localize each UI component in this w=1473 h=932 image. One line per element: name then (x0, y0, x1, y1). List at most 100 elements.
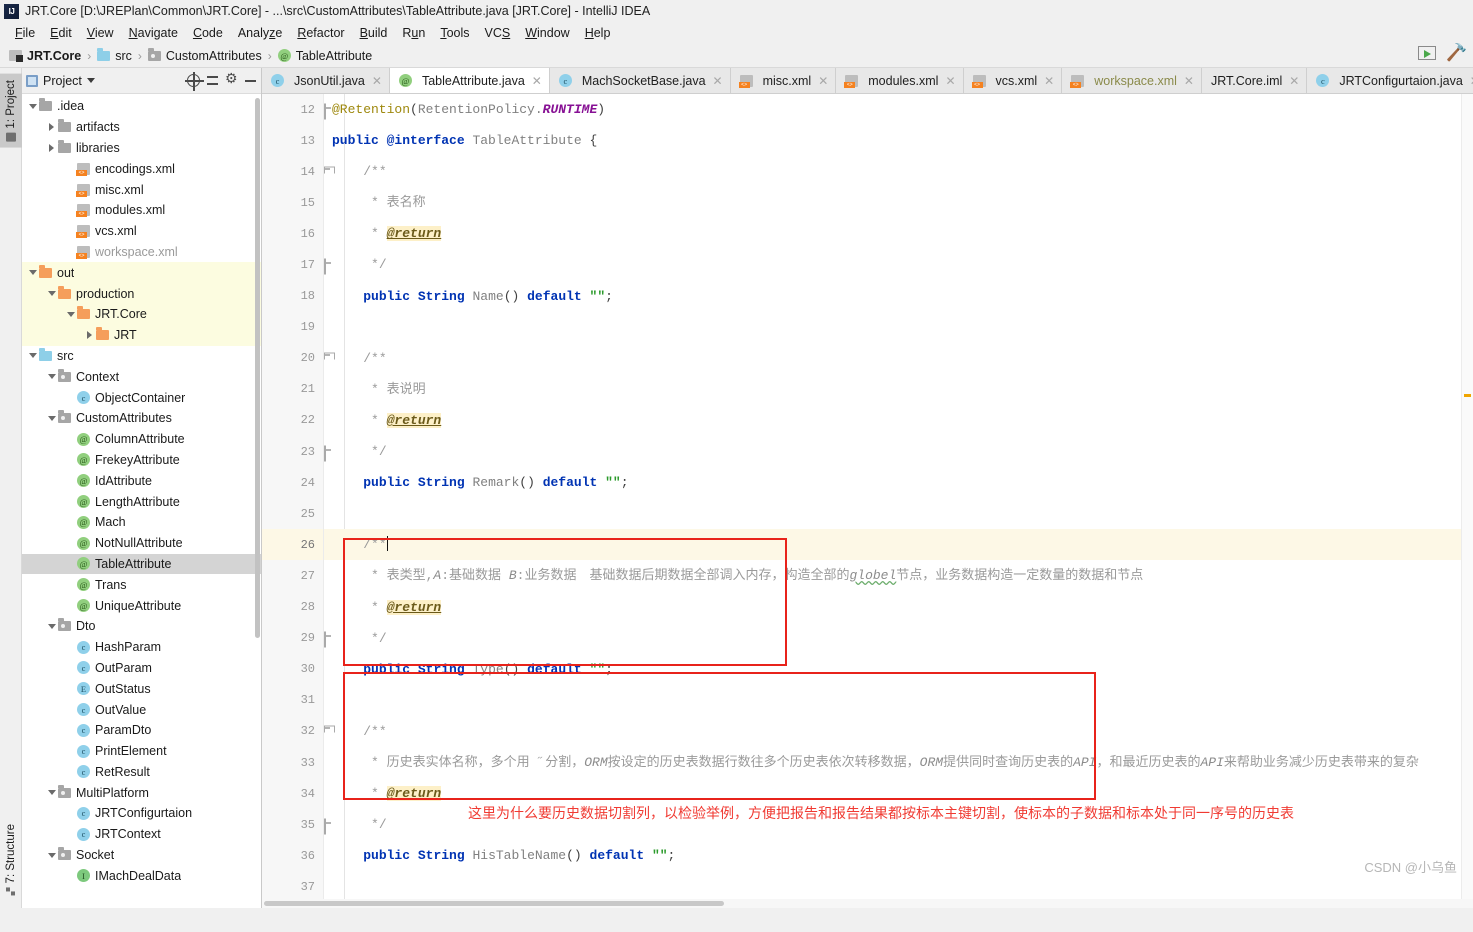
editor-tab-modules-xml[interactable]: modules.xml ✕ (836, 68, 964, 93)
close-icon[interactable]: ✕ (1289, 74, 1299, 88)
code-content[interactable]: @Retention(RetentionPolicy.RUNTIME) publi… (324, 94, 1461, 908)
close-icon[interactable]: ✕ (818, 74, 828, 88)
code-line-18[interactable]: public String Name() default ""; (324, 281, 1461, 312)
run-configuration-icon[interactable] (1417, 46, 1436, 60)
menu-vcs[interactable]: VCS (478, 24, 518, 42)
code-line-26[interactable]: /** (324, 529, 1461, 561)
tree-item-artifacts[interactable]: artifacts (22, 117, 261, 138)
menu-tools[interactable]: Tools (433, 24, 476, 42)
gutter-line-27[interactable]: 27 (262, 560, 323, 591)
tree-expander[interactable] (26, 353, 39, 359)
tree-expander[interactable] (45, 852, 58, 858)
warning-marker[interactable] (1464, 394, 1471, 397)
sidebar-tab-project[interactable]: 1: Project (0, 74, 22, 148)
code-line-12[interactable]: @Retention(RetentionPolicy.RUNTIME) (324, 94, 1461, 125)
tree-expander[interactable] (45, 790, 58, 796)
editor-tab-tableattribute-java[interactable]: @ TableAttribute.java ✕ (389, 68, 550, 93)
editor-tab-vcs-xml[interactable]: vcs.xml ✕ (963, 68, 1063, 93)
gutter-line-30[interactable]: 30 (262, 654, 323, 685)
tree-item-customattributes[interactable]: CustomAttributes (22, 408, 261, 429)
code-line-23[interactable]: */ (324, 436, 1461, 467)
code-line-15[interactable]: * 表名称 (324, 187, 1461, 218)
gutter-line-15[interactable]: 15 (262, 187, 323, 218)
breadcrumb-item-package[interactable]: CustomAttributes (145, 47, 265, 64)
code-line-33[interactable]: * 历史表实体名称，多个用 ˝分割，ORM按设定的历史表数据行数往多个历史表依次… (324, 747, 1461, 778)
gutter-line-37[interactable]: 37 (262, 871, 323, 902)
tree-expander[interactable] (45, 415, 58, 421)
tree-item-jrt-core[interactable]: JRT.Core (22, 303, 261, 325)
tree-item-modules-xml[interactable]: modules.xml (22, 200, 261, 221)
tree-item-jrt[interactable]: JRT (22, 324, 261, 346)
gutter-line-35[interactable]: 35 (262, 809, 326, 840)
editor-tab-workspace-xml[interactable]: workspace.xml ✕ (1062, 68, 1202, 93)
editor-tab-jrt-core-iml[interactable]: JRT.Core.iml ✕ (1201, 68, 1308, 93)
tree-item-jrtcontext[interactable]: c JRTContext (22, 824, 261, 845)
collapse-all-icon[interactable] (206, 74, 219, 87)
tree-item-objectcontainer[interactable]: c ObjectContainer (22, 387, 261, 408)
code-line-27[interactable]: * 表类型,A:基础数据 B:业务数据 基础数据后期数据全部调入内存，构造全部的… (324, 560, 1461, 591)
tree-expander[interactable] (45, 143, 58, 152)
tree-item-outparam[interactable]: c OutParam (22, 658, 261, 679)
menu-refactor[interactable]: Refactor (290, 24, 351, 42)
error-marker-strip[interactable] (1461, 94, 1473, 908)
menu-window[interactable]: Window (518, 24, 576, 42)
gutter-line-17[interactable]: 17 (262, 249, 326, 280)
breadcrumb-item-src[interactable]: src (94, 47, 135, 64)
menu-view[interactable]: View (80, 24, 121, 42)
breadcrumb-item-class[interactable]: @ TableAttribute (275, 48, 375, 64)
tree-item-encodings-xml[interactable]: encodings.xml (22, 158, 261, 179)
code-line-14[interactable]: /** (324, 156, 1461, 187)
tree-item-idattribute[interactable]: @ IdAttribute (22, 470, 261, 491)
tree-item--idea[interactable]: .idea (22, 96, 261, 117)
tree-item-uniqueattribute[interactable]: @ UniqueAttribute (22, 595, 261, 616)
tree-item-mach[interactable]: @ Mach (22, 512, 261, 533)
code-line-37[interactable] (324, 871, 1461, 902)
tree-item-retresult[interactable]: c RetResult (22, 762, 261, 783)
tree-item-imachdealdata[interactable]: I IMachDealData (22, 865, 261, 886)
code-line-25[interactable] (324, 498, 1461, 529)
code-line-28[interactable]: * @return (324, 592, 1461, 623)
settings-gear-icon[interactable] (225, 71, 238, 87)
gutter-line-18[interactable]: 18 (262, 281, 323, 312)
close-icon[interactable]: ✕ (532, 74, 542, 88)
tree-expander[interactable] (45, 374, 58, 380)
gutter-line-20[interactable]: 20 (262, 343, 323, 374)
gutter-line-13[interactable]: 13 (262, 125, 323, 156)
close-icon[interactable]: ✕ (372, 74, 382, 88)
gutter-line-29[interactable]: 29 (262, 623, 326, 654)
menu-navigate[interactable]: Navigate (122, 24, 185, 42)
tree-item-outstatus[interactable]: E OutStatus (22, 678, 261, 699)
tree-item-src[interactable]: src (22, 346, 261, 367)
tree-item-tableattribute[interactable]: @ TableAttribute (22, 553, 261, 575)
code-line-30[interactable]: public String Type() default ""; (324, 654, 1461, 685)
editor-tab-jsonutil-java[interactable]: c JsonUtil.java ✕ (262, 68, 390, 93)
gutter-line-23[interactable]: 23 (262, 436, 326, 467)
close-icon[interactable]: ✕ (1184, 74, 1194, 88)
menu-build[interactable]: Build (353, 24, 395, 42)
gutter-line-24[interactable]: 24 (262, 467, 323, 498)
gutter-line-33[interactable]: 33 (262, 747, 323, 778)
tree-item-misc-xml[interactable]: misc.xml (22, 179, 261, 200)
gutter-line-12[interactable]: 12 (262, 94, 326, 125)
editor-tab-jrtconfigurtaion-java[interactable]: cJRTConfigurtaion.java✕ (1307, 68, 1473, 93)
code-line-29[interactable]: */ (324, 623, 1461, 654)
tree-item-hashparam[interactable]: c HashParam (22, 637, 261, 658)
gutter-line-28[interactable]: 28 (262, 592, 323, 623)
chevron-down-icon[interactable] (86, 78, 95, 83)
tree-item-trans[interactable]: @ Trans (22, 574, 261, 595)
code-line-17[interactable]: */ (324, 249, 1461, 280)
code-line-20[interactable]: /** (324, 343, 1461, 374)
menu-run[interactable]: Run (395, 24, 432, 42)
tree-item-workspace-xml[interactable]: workspace.xml (22, 242, 261, 263)
tree-item-context[interactable]: Context (22, 366, 261, 387)
build-hammer-icon[interactable]: 🔨 (1446, 43, 1467, 62)
project-title[interactable]: Project (26, 74, 95, 88)
menu-file[interactable]: File (8, 24, 42, 42)
tree-item-printelement[interactable]: c PrintElement (22, 741, 261, 762)
code-line-31[interactable] (324, 685, 1461, 716)
code-line-16[interactable]: * @return (324, 218, 1461, 249)
tree-scrollbar[interactable] (254, 94, 261, 908)
tree-expander[interactable] (45, 291, 58, 297)
code-line-22[interactable]: * @return (324, 405, 1461, 436)
tree-item-outvalue[interactable]: c OutValue (22, 699, 261, 720)
